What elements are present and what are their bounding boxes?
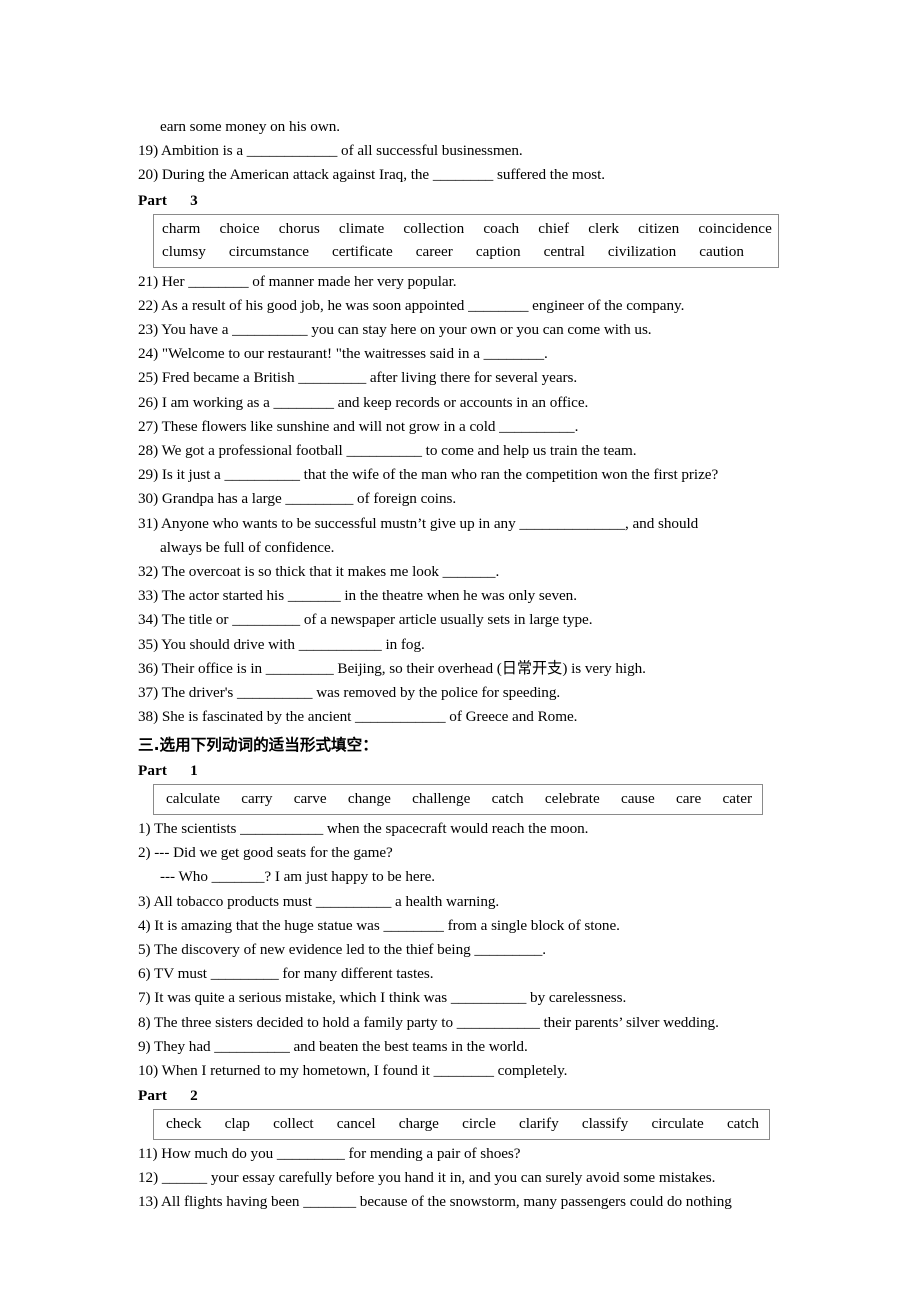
exercise-item: 28) We got a professional football _____… [138,442,637,460]
part-1-word: cause [620,790,655,808]
exercise-item: 33) The actor started his _______ in the… [138,587,577,605]
exercise-item: 35) You should drive with ___________ in… [138,635,425,653]
exercise-item: 11) How much do you _________ for mendin… [138,1144,521,1162]
exercise-item: 22) As a result of his good job, he was … [138,296,685,314]
exercise-item: 27) These flowers like sunshine and will… [138,417,579,435]
exercise-item-31-continuation: always be full of confidence. [160,538,335,556]
part-1-word: challenge [412,790,471,808]
part-3-word: coincidence [698,219,772,237]
exercise-item: 5) The discovery of new evidence led to … [138,940,547,958]
part-3-items-continued: 32) The overcoat is so thick that it mak… [138,560,780,729]
part-3-word: climate [338,219,385,237]
part-3-word: coach [483,219,520,237]
part-3-word: circumstance [228,243,310,261]
exercise-item: 12) ______ your essay carefully before y… [138,1168,716,1186]
document-page: earn some money on his own. 19) Ambition… [0,0,920,1302]
section-3-heading: 三.选用下列动词的适当形式填空： [138,736,378,755]
exercise-item: 10) When I returned to my hometown, I fo… [138,1062,568,1079]
exercise-item: 29) Is it just a __________ that the wif… [138,466,719,484]
part-3-word: caution [699,243,744,261]
part-1-word: cater [722,790,753,808]
exercise-item: 32) The overcoat is so thick that it mak… [138,563,500,581]
part-1-wordbank-row: calculate carry carve change challenge catch c… [162,787,756,811]
part-3-word: choice [219,219,260,237]
exercise-item: 25) Fred became a British _________ afte… [138,369,578,387]
exercise-item: 30) Grandpa has a large _________ of for… [138,490,457,508]
part-3-word: clerk [588,219,620,237]
exercise-item: 34) The title or _________ of a newspape… [138,611,593,629]
exercise-item: 13) All flights having been _______ beca… [138,1193,732,1211]
exercise-item-31: 31) Anyone who wants to be successful mu… [138,514,699,532]
carryover-line: earn some money on his own. [160,118,341,135]
part-2-label: Part [138,1087,168,1105]
part-3-number: 3 [190,191,198,209]
part-3-word: collection [403,219,465,237]
part-1-word: carry [241,790,273,808]
part-3-wordbank-row-1: charm choice chorus climate collection coach c… [162,217,772,241]
part-3-word: certificate [332,243,393,261]
part-2-heading: Part 2 [138,1084,780,1107]
part-1-word: celebrate [544,790,600,808]
exercise-item-19: 19) Ambition is a ____________ of all su… [138,142,523,160]
exercise-item: 26) I am working as a ________ and keep … [138,393,589,411]
exercise-item: 38) She is fascinated by the ancient ___… [138,708,578,726]
part-3-wordbank: charm choice chorus climate collection coach c… [153,213,779,268]
part-3-word: civilization [607,243,677,261]
part-3-heading: Part 3 [138,189,780,212]
part-2-word: clarify [519,1115,559,1133]
part-3-items: 21) Her ________ of manner made her very… [138,270,780,512]
part-3-word: central [543,243,585,261]
exercise-item: 24) "Welcome to our restaurant! "the wai… [138,345,548,363]
part-3-label: Part [138,191,168,209]
part-2-word: charge [398,1115,439,1133]
part-2-number: 2 [190,1087,198,1105]
part-2-wordbank: check clap collect cancel charge circle clarif… [153,1109,770,1140]
part-3-word: clumsy [162,243,206,261]
part-1-label: Part [138,762,168,780]
exercise-item: 4) It is amazing that the huge statue wa… [138,916,620,934]
exercise-item: 3) All tobacco products must __________ … [138,892,500,910]
part-1-items: 1) The scientists ___________ when the s… [138,817,780,1083]
exercise-item: 21) Her ________ of manner made her very… [138,272,457,290]
exercise-item: 37) The driver's __________ was removed … [138,684,561,702]
part-1-heading: Part 1 [138,759,780,782]
exercise-item: 7) It was quite a serious mistake, which… [138,989,627,1007]
part-1-wordbank: calculate carry carve change challenge catch c… [153,784,763,815]
part-3-word: chief [538,219,570,237]
exercise-item: 9) They had __________ and beaten the be… [138,1037,528,1055]
part-1-word: change [347,790,391,808]
exercise-item: 1) The scientists ___________ when the s… [138,819,589,837]
part-1-word: calculate [166,790,220,808]
part-2-word: check [166,1115,202,1133]
part-1-word: catch [491,790,524,808]
part-2-word: clap [224,1115,250,1133]
part-3-word: chorus [278,219,320,237]
part-2-word: collect [273,1115,314,1133]
exercise-item: 2) --- Did we get good seats for the gam… [138,844,393,862]
part-3-word: caption [475,243,521,261]
exercise-item: 23) You have a __________ you can stay h… [138,321,652,339]
part-2-word: catch [726,1115,759,1133]
part-2-word: classify [581,1115,629,1133]
exercise-item-20: 20) During the American attack against I… [138,166,606,184]
part-2-items: 11) How much do you _________ for mendin… [138,1142,780,1215]
part-3-word: career [415,243,453,261]
exercise-item: --- Who _______? I am just happy to be h… [160,868,436,886]
part-3-word: charm [162,219,201,237]
exercise-item: 36) Their office is in _________ Beijing… [138,659,646,677]
part-3-wordbank-row-2: clumsy circumstance certificate career capti… [162,240,772,264]
exercise-item: 6) TV must _________ for many different … [138,965,434,983]
part-3-word: citizen [638,219,680,237]
part-1-number: 1 [190,762,198,780]
part-2-wordbank-row: check clap collect cancel charge circle clarif… [162,1112,763,1136]
part-1-word: carve [293,790,327,808]
part-2-word: circulate [651,1115,704,1133]
part-2-word: circle [462,1115,496,1133]
part-1-word: care [675,790,702,808]
exercise-item: 8) The three sisters decided to hold a f… [138,1013,719,1031]
part-2-word: cancel [336,1115,376,1133]
